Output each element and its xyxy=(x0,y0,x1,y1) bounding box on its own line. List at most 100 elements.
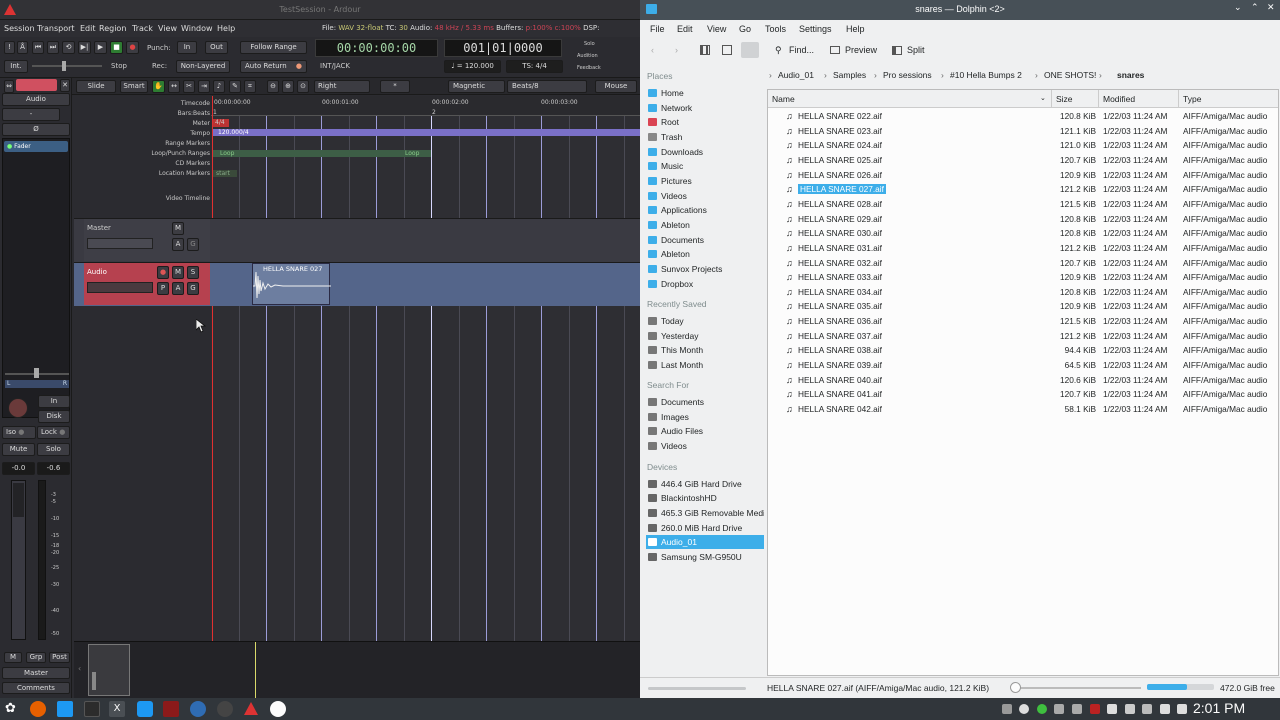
tray-expand-icon[interactable] xyxy=(1177,704,1187,714)
menu-track[interactable]: Track xyxy=(132,24,153,33)
comments-button[interactable]: Comments xyxy=(2,682,70,694)
audition-tool-icon[interactable]: ♪ xyxy=(213,80,225,93)
file-row[interactable]: ♫ HELLA SNARE 040.aif 120.6 KiB 1/22/03 11:… xyxy=(768,373,1278,388)
menu-help[interactable]: Help xyxy=(217,24,235,33)
col-name-header[interactable]: Name xyxy=(772,94,795,104)
app-icon[interactable] xyxy=(190,701,206,717)
editor-summary[interactable]: ‹ xyxy=(74,641,640,698)
record-enable-knob[interactable] xyxy=(8,398,28,418)
audio-region[interactable]: HELLA SNARE 027 xyxy=(252,263,331,305)
tray-icon[interactable] xyxy=(1090,704,1100,714)
breadcrumb-current[interactable]: snares xyxy=(1117,70,1144,80)
file-view[interactable]: Name ⌄ Size Modified Type ♫ HELLA SNARE 0… xyxy=(767,89,1279,676)
follow-range-button[interactable]: Follow Range xyxy=(240,41,307,54)
tempo-display[interactable]: ♩ = 120.000 xyxy=(444,60,501,73)
place-home[interactable]: Home xyxy=(646,86,764,100)
clipboard-tray-icon[interactable] xyxy=(1002,704,1012,714)
recent-yesterday[interactable]: Yesterday xyxy=(646,329,764,343)
play-range-button[interactable]: ▶| xyxy=(78,41,91,54)
breadcrumb-item[interactable]: Audio_01 xyxy=(778,70,814,80)
zoom-slider[interactable] xyxy=(1016,687,1141,689)
device-hard-drive-2[interactable]: 260.0 MiB Hard Drive xyxy=(646,521,764,535)
device-blackintosh[interactable]: BlackintoshHD xyxy=(646,491,764,505)
file-row[interactable]: ♫ HELLA SNARE 033.aif 120.9 KiB 1/22/03 11:… xyxy=(768,270,1278,285)
dmenu-go[interactable]: Go xyxy=(739,24,751,34)
place-applications[interactable]: Applications xyxy=(646,203,764,217)
gain-entry[interactable]: -0.0 xyxy=(2,462,35,475)
file-name[interactable]: HELLA SNARE 024.aif xyxy=(798,140,882,150)
audio-automation-button[interactable]: A xyxy=(172,282,184,295)
file-name[interactable]: HELLA SNARE 034.aif xyxy=(798,287,882,297)
volume-tray-icon[interactable] xyxy=(1160,704,1170,714)
split-button[interactable]: Split xyxy=(907,45,925,55)
breadcrumb-item[interactable]: Pro sessions xyxy=(883,70,932,80)
file-row[interactable]: ♫ HELLA SNARE 027.aif 121.2 KiB 1/22/03 11:… xyxy=(768,182,1278,197)
file-row[interactable]: ♫ HELLA SNARE 035.aif 120.9 KiB 1/22/03 11:… xyxy=(768,299,1278,314)
maximize-icon[interactable]: ⌃ xyxy=(1251,3,1259,13)
place-ableton-2[interactable]: Ableton xyxy=(646,247,764,261)
master-fader[interactable] xyxy=(87,238,153,249)
col-size-header[interactable]: Size xyxy=(1056,94,1073,104)
device-audio-01[interactable]: Audio_01 xyxy=(646,535,764,549)
minimize-icon[interactable]: ⌄ xyxy=(1234,3,1242,13)
preview-button[interactable]: Preview xyxy=(845,45,877,55)
preview-icon[interactable] xyxy=(830,46,840,54)
file-row[interactable]: ♫ HELLA SNARE 028.aif 121.5 KiB 1/22/03 11:… xyxy=(768,197,1278,212)
menu-transport[interactable]: Transport xyxy=(37,24,75,33)
file-row[interactable]: ♫ HELLA SNARE 038.aif 94.4 KiB 1/22/03 11:2… xyxy=(768,343,1278,358)
place-sunvox[interactable]: Sunvox Projects xyxy=(646,262,764,276)
file-name[interactable]: HELLA SNARE 042.aif xyxy=(798,404,882,414)
master-group-button[interactable]: G xyxy=(187,238,199,251)
file-name[interactable]: HELLA SNARE 022.aif xyxy=(798,111,882,121)
sort-indicator-icon[interactable]: ⌄ xyxy=(1040,94,1046,102)
strip-width-button[interactable]: ⇔ xyxy=(4,80,14,93)
monitor-disk-button[interactable]: Disk xyxy=(38,410,70,423)
file-name[interactable]: HELLA SNARE 035.aif xyxy=(798,301,882,311)
cut-tool-icon[interactable]: ✂ xyxy=(183,80,195,93)
shuttle-handle[interactable] xyxy=(62,61,66,71)
audio-playlist-button[interactable]: P xyxy=(157,282,169,295)
file-row[interactable]: ♫ HELLA SNARE 029.aif 120.8 KiB 1/22/03 11:… xyxy=(768,212,1278,227)
place-ableton[interactable]: Ableton xyxy=(646,218,764,232)
secondary-clock[interactable]: 001|01|0000 xyxy=(444,39,562,57)
column-divider[interactable] xyxy=(1098,90,1099,108)
place-music[interactable]: Music xyxy=(646,159,764,173)
file-row[interactable]: ♫ HELLA SNARE 034.aif 120.8 KiB 1/22/03 11:… xyxy=(768,285,1278,300)
app-icon[interactable] xyxy=(217,701,233,717)
zoom-out-icon[interactable]: ⊖ xyxy=(267,80,279,93)
stop-button[interactable]: ■ xyxy=(110,41,123,54)
file-name[interactable]: HELLA SNARE 026.aif xyxy=(798,170,882,180)
notification-tray-icon[interactable] xyxy=(1019,704,1029,714)
file-name[interactable]: HELLA SNARE 038.aif xyxy=(798,345,882,355)
iso-button[interactable]: Iso ● xyxy=(2,426,36,439)
place-videos[interactable]: Videos xyxy=(646,189,764,203)
find-button[interactable]: Find... xyxy=(789,45,814,55)
device-removable[interactable]: 465.3 GiB Removable Media xyxy=(646,506,764,520)
place-dropbox[interactable]: Dropbox xyxy=(646,277,764,291)
gain-fader[interactable] xyxy=(11,480,26,640)
draw-tool-icon[interactable]: ✎ xyxy=(229,80,241,93)
menu-region[interactable]: Region xyxy=(99,24,126,33)
dolphin-task-icon[interactable] xyxy=(57,701,73,717)
file-name[interactable]: HELLA SNARE 037.aif xyxy=(798,331,882,341)
zoom-focus-dropdown[interactable]: Right xyxy=(314,80,370,93)
mute-button[interactable]: Mute xyxy=(2,443,35,456)
app-icon[interactable] xyxy=(163,701,179,717)
tempo-curve[interactable] xyxy=(213,129,640,136)
recent-this-month[interactable]: This Month xyxy=(646,343,764,357)
dmenu-view[interactable]: View xyxy=(707,24,726,34)
updates-tray-icon[interactable] xyxy=(1037,704,1047,714)
file-row[interactable]: ♫ HELLA SNARE 031.aif 121.2 KiB 1/22/03 11:… xyxy=(768,241,1278,256)
tray-icon[interactable] xyxy=(1072,704,1082,714)
output-button[interactable]: Master xyxy=(2,667,70,679)
goto-start-button[interactable]: ⏮ xyxy=(32,41,44,54)
menu-window[interactable]: Window xyxy=(181,24,213,33)
file-name[interactable]: HELLA SNARE 028.aif xyxy=(798,199,882,209)
file-row[interactable]: ♫ HELLA SNARE 042.aif 58.1 KiB 1/22/03 11:2… xyxy=(768,402,1278,417)
strip-name-button[interactable]: Audio xyxy=(2,93,70,106)
dmenu-help[interactable]: Help xyxy=(846,24,865,34)
terminal-icon[interactable] xyxy=(84,701,100,717)
find-icon[interactable]: ⚲ xyxy=(775,45,782,56)
dmenu-tools[interactable]: Tools xyxy=(765,24,786,34)
grid-dropdown[interactable]: Beats/8 xyxy=(507,80,587,93)
